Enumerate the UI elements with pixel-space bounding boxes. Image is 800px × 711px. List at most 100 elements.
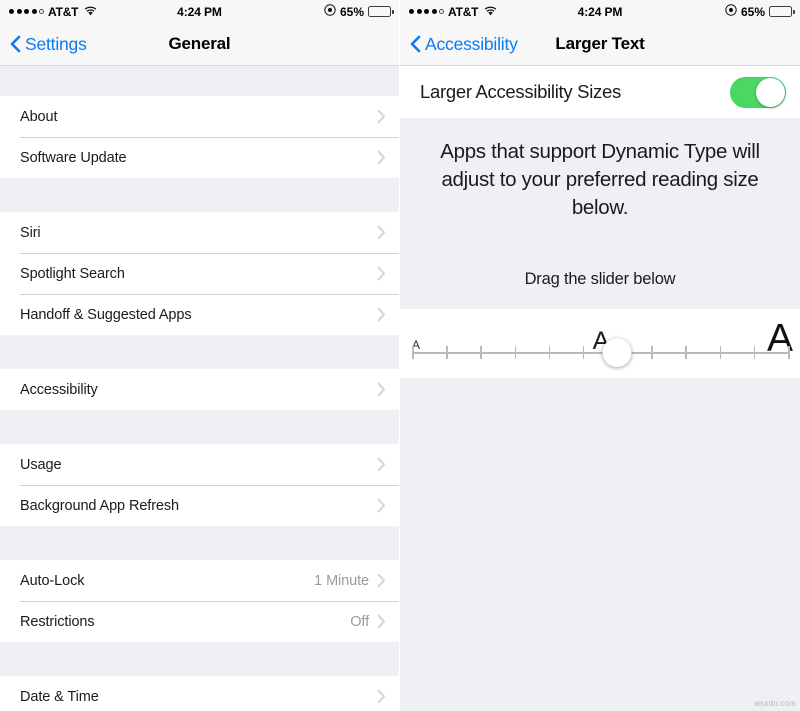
slider-track [412, 352, 788, 354]
list-item-accessory-group [377, 689, 386, 704]
list-group-gap [0, 526, 399, 560]
page-title-general: General [168, 34, 231, 53]
dynamic-type-description: Apps that support Dynamic Type will adju… [400, 118, 800, 222]
screen-larger-text: AT&T 4:24 PM 65% Accessibility Larger Te… [400, 0, 800, 711]
list-group-gap [0, 410, 399, 444]
nav-bar-larger-text: Accessibility Larger Text [400, 23, 800, 66]
list-group-gap [0, 66, 399, 96]
list-item-accessory-group [377, 382, 386, 397]
list-item-accessory-group [377, 457, 386, 472]
slider-tick [788, 346, 790, 359]
list-item-accessory-group [377, 307, 386, 322]
list-group: Auto-Lock 1 Minute Restrictions Off [0, 560, 399, 642]
slider-tick [685, 346, 687, 359]
list-item-label: Spotlight Search [20, 265, 125, 282]
list-item-accessory-group: 1 Minute [314, 573, 386, 589]
list-item-accessory-group [377, 266, 386, 281]
chevron-right-icon [377, 225, 386, 240]
list-item-label: Software Update [20, 149, 127, 166]
list-group-gap [0, 642, 399, 676]
chevron-right-icon [377, 266, 386, 281]
chevron-right-icon [377, 150, 386, 165]
list-item-label: Background App Refresh [20, 497, 180, 514]
text-size-slider-section: A A A [400, 309, 800, 378]
chevron-right-icon [377, 109, 386, 124]
list-item-label: Auto-Lock [20, 572, 85, 589]
screen-general-settings: AT&T 4:24 PM 65% Settings General About … [0, 0, 400, 711]
slider-tick [651, 346, 653, 359]
status-bar-right: AT&T 4:24 PM 65% [400, 0, 800, 23]
slider-tick [480, 346, 482, 359]
chevron-right-icon [377, 307, 386, 322]
list-item[interactable]: Restrictions Off [0, 601, 399, 642]
list-group: About Software Update [0, 96, 399, 178]
chevron-right-icon [377, 457, 386, 472]
list-item[interactable]: About [0, 96, 399, 137]
empty-area [400, 378, 800, 711]
rotation-lock-icon [725, 4, 737, 19]
list-item-accessory-group [377, 225, 386, 240]
list-item[interactable]: Siri [0, 212, 399, 253]
list-item[interactable]: Background App Refresh [0, 485, 399, 526]
text-size-slider[interactable] [412, 338, 790, 367]
list-item-label: Siri [20, 224, 41, 241]
list-item-label: Date & Time [20, 688, 99, 705]
list-item-label: Accessibility [20, 381, 98, 398]
list-item[interactable]: Spotlight Search [0, 253, 399, 294]
slider-tick [582, 346, 585, 359]
list-group: Date & Time [0, 676, 399, 711]
list-item-label: Usage [20, 456, 62, 473]
row-larger-accessibility-sizes[interactable]: Larger Accessibility Sizes [400, 66, 800, 118]
list-item-accessory-group [377, 109, 386, 124]
battery-percent-label: 65% [339, 4, 364, 19]
slider-tick [412, 346, 414, 359]
watermark: wsxdn.com [754, 699, 796, 708]
status-bar-right-group: 65% [324, 4, 394, 19]
slider-tick [719, 346, 722, 359]
chevron-right-icon [377, 689, 386, 704]
toggle-label: Larger Accessibility Sizes [420, 81, 621, 102]
settings-list-general: About Software Update Siri Spotlight Search… [0, 66, 399, 711]
status-bar-left: AT&T 4:24 PM 65% [0, 0, 399, 23]
status-bar-right-group: 65% [725, 4, 795, 19]
list-item-label: Handoff & Suggested Apps [20, 306, 192, 323]
list-group-gap [0, 178, 399, 212]
list-item-label: About [20, 108, 58, 125]
list-item[interactable]: Usage [0, 444, 399, 485]
rotation-lock-icon [324, 4, 336, 19]
list-item[interactable]: Accessibility [0, 369, 399, 410]
list-item[interactable]: Date & Time [0, 676, 399, 711]
list-item-value: Off [350, 613, 369, 630]
larger-accessibility-sizes-switch[interactable] [730, 76, 786, 108]
list-group: Siri Spotlight Search Handoff & Suggested … [0, 212, 399, 335]
list-item-label: Restrictions [20, 613, 95, 630]
list-group: Accessibility [0, 369, 399, 410]
list-item[interactable]: Auto-Lock 1 Minute [0, 560, 399, 601]
list-item[interactable]: Handoff & Suggested Apps [0, 294, 399, 335]
slider-knob[interactable] [602, 338, 632, 367]
list-item-accessory-group: Off [350, 614, 386, 630]
dual-screenshot-container: AT&T 4:24 PM 65% Settings General About … [0, 0, 800, 711]
chevron-right-icon [377, 614, 386, 629]
page-title-larger-text: Larger Text [555, 34, 645, 53]
slider-tick [514, 346, 517, 359]
list-item-accessory-group [377, 498, 386, 513]
list-item[interactable]: Software Update [0, 137, 399, 178]
list-group: Usage Background App Refresh [0, 444, 399, 526]
larger-text-body: Larger Accessibility Sizes Apps that sup… [400, 66, 800, 711]
battery-icon [368, 6, 394, 17]
list-item-value: 1 Minute [314, 572, 369, 589]
switch-knob [756, 77, 785, 107]
battery-icon [769, 6, 795, 17]
chevron-right-icon [377, 498, 386, 513]
slider-tick [548, 346, 551, 359]
list-group-gap [0, 335, 399, 369]
chevron-right-icon [377, 382, 386, 397]
slider-tick [446, 346, 448, 359]
nav-bar-general: Settings General [0, 23, 399, 66]
larger-sizes-group: Larger Accessibility Sizes [400, 66, 800, 118]
battery-percent-label: 65% [740, 4, 765, 19]
list-item-accessory-group [377, 150, 386, 165]
drag-slider-hint: Drag the slider below [400, 222, 800, 309]
chevron-right-icon [377, 573, 386, 588]
